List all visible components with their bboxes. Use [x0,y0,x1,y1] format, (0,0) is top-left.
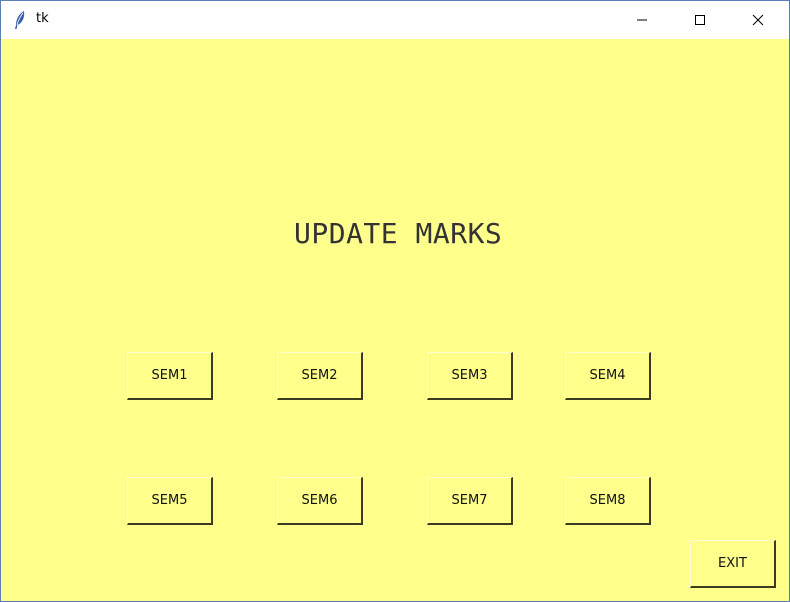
minimize-icon [636,11,648,30]
app-window: tk UPDATE MARKS SEM1 SEM2 SEM3 SEM4 SEM5… [0,0,790,602]
sem2-button[interactable]: SEM2 [277,352,363,400]
sem8-button[interactable]: SEM8 [565,477,651,525]
minimize-button[interactable] [619,1,665,39]
close-icon [752,11,764,30]
title-bar[interactable]: tk [1,1,789,39]
main-panel: UPDATE MARKS SEM1 SEM2 SEM3 SEM4 SEM5 SE… [1,39,789,601]
sem6-button[interactable]: SEM6 [277,477,363,525]
close-button[interactable] [735,1,781,39]
feather-icon [13,10,27,30]
sem5-button[interactable]: SEM5 [127,477,213,525]
window-title: tk [36,11,49,26]
sem4-button[interactable]: SEM4 [565,352,651,400]
sem1-button[interactable]: SEM1 [127,352,213,400]
maximize-icon [694,11,706,30]
page-title: UPDATE MARKS [294,217,503,250]
sem3-button[interactable]: SEM3 [427,352,513,400]
maximize-button[interactable] [677,1,723,39]
sem7-button[interactable]: SEM7 [427,477,513,525]
exit-button[interactable]: EXIT [690,540,776,588]
